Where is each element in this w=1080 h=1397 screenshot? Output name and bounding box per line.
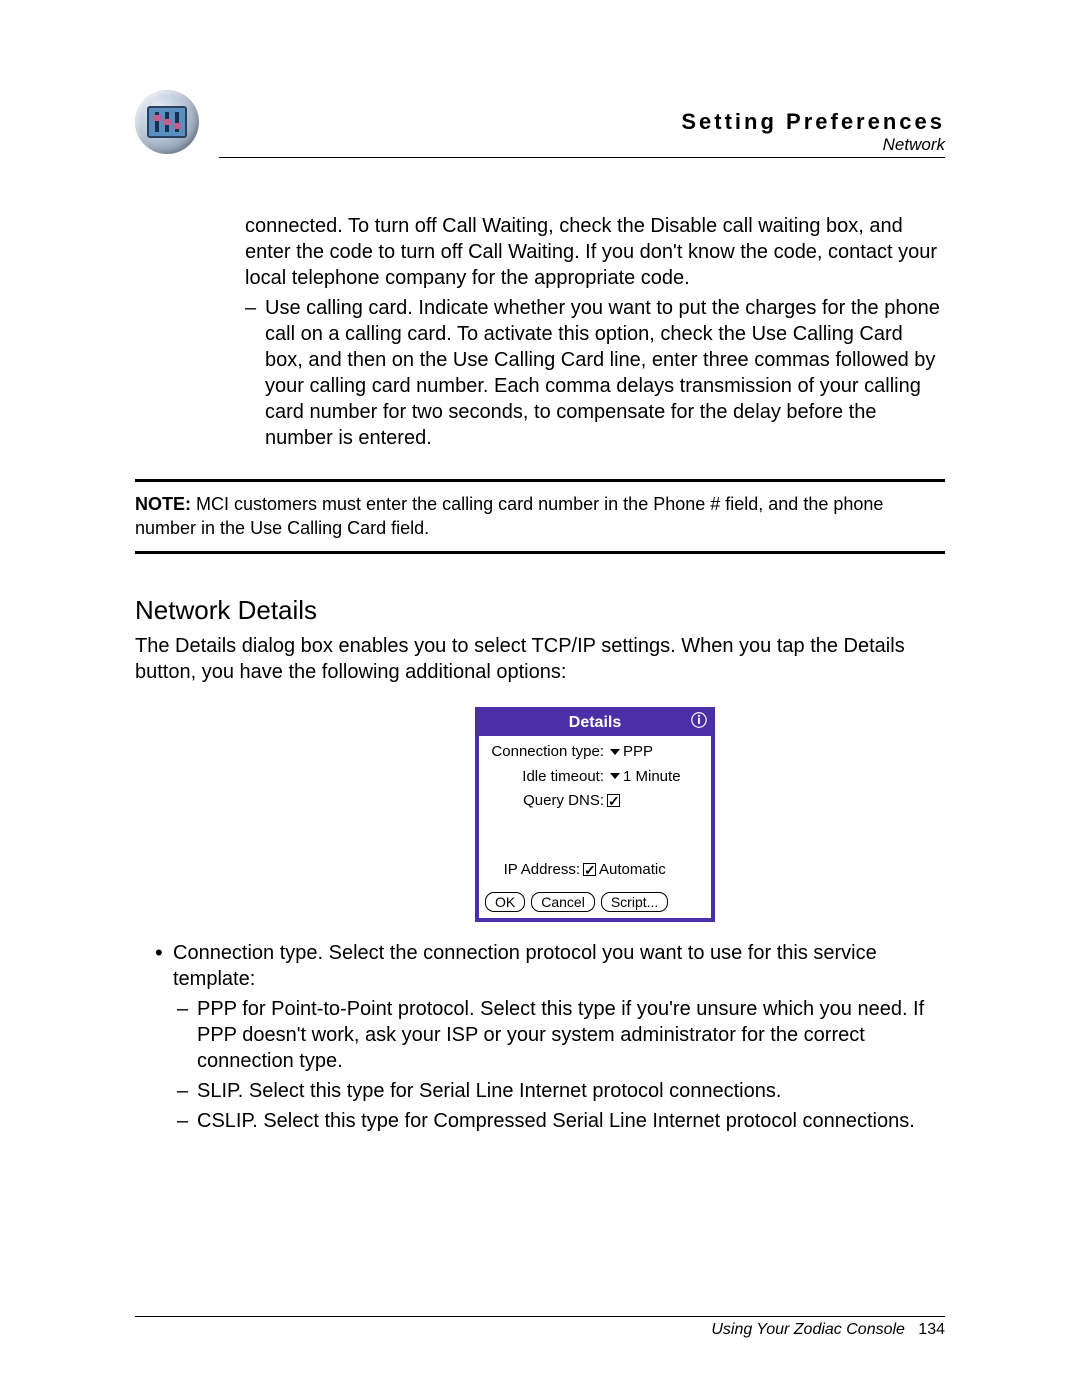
section-heading: Network Details [135, 594, 945, 628]
footer-text: Using Your Zodiac Console [711, 1321, 905, 1338]
dialog-title-bar: Details ⓘ [479, 711, 711, 736]
dialog-title-text: Details [569, 714, 621, 731]
page-number: 134 [918, 1321, 945, 1338]
details-dialog: Details ⓘ Connection type: PPP Idle time… [475, 707, 715, 922]
calling-card-item: Use calling card. Indicate whether you w… [245, 295, 945, 451]
note-block: NOTE: MCI customers must enter the calli… [135, 479, 945, 554]
ip-address-checkbox[interactable] [583, 863, 596, 876]
script-button[interactable]: Script... [601, 892, 668, 912]
connection-type-value[interactable]: PPP [623, 742, 653, 762]
chevron-down-icon[interactable] [610, 773, 620, 779]
page-header-title: Setting Preferences [219, 109, 945, 135]
cancel-button[interactable]: Cancel [531, 892, 595, 912]
ip-address-label: IP Address: [487, 860, 583, 880]
chevron-down-icon[interactable] [610, 749, 620, 755]
idle-timeout-label: Idle timeout: [487, 767, 607, 787]
idle-timeout-value[interactable]: 1 Minute [623, 767, 681, 787]
note-label: NOTE: [135, 494, 191, 514]
connection-type-label: Connection type: [487, 742, 607, 762]
slip-item: SLIP. Select this type for Serial Line I… [177, 1078, 945, 1104]
ppp-item: PPP for Point-to-Point protocol. Select … [177, 996, 945, 1074]
continued-paragraph: connected. To turn off Call Waiting, che… [245, 213, 945, 291]
query-dns-label: Query DNS: [487, 791, 607, 811]
ok-button[interactable]: OK [485, 892, 525, 912]
note-text: MCI customers must enter the calling car… [135, 494, 883, 538]
connection-type-bullet: Connection type. Select the connection p… [155, 940, 945, 992]
cslip-item: CSLIP. Select this type for Compressed S… [177, 1108, 945, 1134]
preferences-icon [135, 90, 199, 154]
ip-address-value: Automatic [599, 860, 666, 880]
page-header-subtitle: Network [219, 135, 945, 155]
page-footer: Using Your Zodiac Console 134 [135, 1316, 945, 1339]
info-icon[interactable]: ⓘ [691, 712, 707, 733]
query-dns-checkbox[interactable] [607, 794, 620, 807]
section-intro: The Details dialog box enables you to se… [135, 633, 945, 685]
